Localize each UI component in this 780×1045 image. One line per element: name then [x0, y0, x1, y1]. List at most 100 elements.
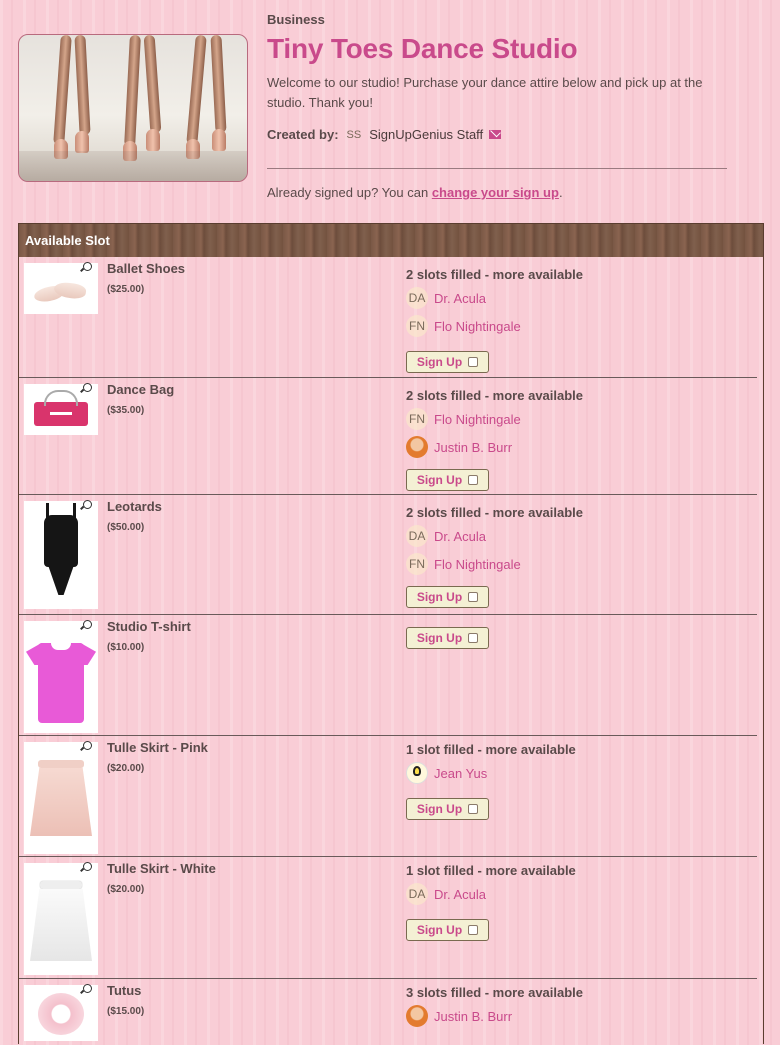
signup-button[interactable]: Sign Up: [406, 586, 489, 608]
table-row: Tulle Skirt - Pink ($20.00) 1 slot fille…: [19, 736, 757, 857]
item-name: Studio T-shirt: [107, 619, 191, 634]
zoom-icon[interactable]: [83, 741, 92, 750]
signup-button-label: Sign Up: [416, 631, 463, 645]
participant: DA Dr. Acula: [406, 287, 486, 309]
item-thumbnail[interactable]: [24, 863, 98, 975]
creator-line: Created by: SS SignUpGenius Staff: [267, 127, 737, 142]
participant-initials: FN: [406, 553, 428, 575]
table-row: Ballet Shoes ($25.00) 2 slots filled - m…: [19, 257, 757, 378]
item-name: Ballet Shoes: [107, 261, 186, 276]
email-icon[interactable]: [489, 130, 502, 139]
participant: FN Flo Nightingale: [406, 315, 521, 337]
slot-status: 2 slots filled - more available: [406, 505, 584, 520]
signup-button[interactable]: Sign Up: [406, 469, 489, 491]
participant-name: Flo Nightingale: [434, 411, 521, 427]
table-row: Studio T-shirt ($10.00) Sign Up: [19, 615, 757, 736]
participant-initials: DA: [406, 883, 428, 905]
studio-header-image: [18, 34, 248, 182]
participant: FN Flo Nightingale: [406, 553, 521, 575]
creator-initials: SS: [346, 128, 362, 141]
change-signup-link[interactable]: change your sign up: [432, 185, 559, 200]
signup-button[interactable]: Sign Up: [406, 919, 489, 941]
participant-name: Justin B. Burr: [434, 1008, 513, 1024]
item-price: ($35.00): [107, 405, 145, 416]
checkbox-icon[interactable]: [468, 592, 479, 602]
signup-description: Welcome to our studio! Purchase your dan…: [267, 75, 703, 110]
signup-button-label: Sign Up: [416, 590, 463, 604]
slot-status: 1 slot filled - more available: [406, 863, 576, 878]
checkbox-icon[interactable]: [468, 925, 479, 935]
item-thumbnail[interactable]: [24, 985, 98, 1041]
checkbox-icon[interactable]: [468, 475, 479, 485]
item-thumbnail[interactable]: [24, 742, 98, 854]
signup-button-label: Sign Up: [416, 355, 463, 369]
zoom-icon[interactable]: [83, 262, 92, 271]
table-row: Tutus ($15.00) 3 slots filled - more ava…: [19, 979, 757, 1045]
zoom-icon[interactable]: [83, 620, 92, 629]
header-divider: [267, 168, 727, 169]
item-name: Tutus: [107, 983, 142, 998]
item-thumbnail[interactable]: [24, 501, 98, 609]
slot-status: 3 slots filled - more available: [406, 985, 584, 1000]
participant-name: Justin B. Burr: [434, 439, 513, 455]
participant: DA Dr. Acula: [406, 883, 486, 905]
checkbox-icon[interactable]: [468, 633, 479, 643]
signup-button[interactable]: Sign Up: [406, 798, 489, 820]
item-price: ($25.00): [107, 284, 145, 295]
participant-initials: FN: [406, 315, 428, 337]
item-price: ($20.00): [107, 763, 145, 774]
page-title: Tiny Toes Dance Studio: [267, 33, 578, 64]
lightbulb-avatar-icon: [406, 762, 428, 784]
zoom-icon[interactable]: [83, 984, 92, 993]
slot-status: 1 slot filled - more available: [406, 742, 576, 757]
item-price: ($15.00): [107, 1006, 145, 1017]
signup-info: Business Tiny Toes Dance Studio Welcome …: [267, 12, 737, 142]
created-by-label: Created by:: [267, 127, 339, 142]
already-text: Already signed up? You can: [267, 185, 429, 200]
participant-name: Dr. Acula: [434, 290, 487, 306]
signup-category: Business: [267, 12, 325, 27]
checkbox-icon[interactable]: [468, 357, 479, 367]
participant-name: Dr. Acula: [434, 886, 487, 902]
already-end: .: [558, 185, 563, 200]
participant-name: Flo Nightingale: [434, 556, 521, 572]
justin-avatar-icon: [406, 436, 428, 458]
item-name: Leotards: [107, 499, 162, 514]
slot-table: Available Slot Ballet Shoes ($25.00) 2 s…: [18, 223, 764, 1044]
item-price: ($10.00): [107, 642, 145, 653]
slot-status: 2 slots filled - more available: [406, 388, 584, 403]
already-signed-up-line: Already signed up? You can change your s…: [267, 185, 563, 200]
signup-button-label: Sign Up: [416, 473, 463, 487]
signup-button[interactable]: Sign Up: [406, 351, 489, 373]
zoom-icon[interactable]: [83, 500, 92, 509]
item-name: Tulle Skirt - Pink: [107, 740, 208, 755]
item-thumbnail[interactable]: [24, 621, 98, 733]
table-row: Tulle Skirt - White ($20.00) 1 slot fill…: [19, 857, 757, 979]
item-price: ($20.00): [107, 884, 145, 895]
table-row: Leotards ($50.00) 2 slots filled - more …: [19, 495, 757, 615]
participant: Justin B. Burr: [406, 1005, 512, 1027]
participant-name: Jean Yus: [434, 765, 488, 781]
slot-status: 2 slots filled - more available: [406, 267, 584, 282]
creator-name: SignUpGenius Staff: [369, 127, 484, 142]
item-name: Tulle Skirt - White: [107, 861, 216, 876]
participant: DA Dr. Acula: [406, 525, 486, 547]
participant: Jean Yus: [406, 762, 487, 784]
signup-button-label: Sign Up: [416, 923, 463, 937]
zoom-icon[interactable]: [83, 383, 92, 392]
participant-initials: DA: [406, 525, 428, 547]
participant-name: Dr. Acula: [434, 528, 487, 544]
table-row: Dance Bag ($35.00) 2 slots filled - more…: [19, 378, 757, 495]
participant-initials: FN: [406, 408, 428, 430]
signup-button[interactable]: Sign Up: [406, 627, 489, 649]
participant-name: Flo Nightingale: [434, 318, 521, 334]
table-header: Available Slot: [19, 224, 763, 257]
justin-avatar-icon: [406, 1005, 428, 1027]
participant: FN Flo Nightingale: [406, 408, 521, 430]
zoom-icon[interactable]: [83, 862, 92, 871]
item-price: ($50.00): [107, 522, 145, 533]
signup-button-label: Sign Up: [416, 802, 463, 816]
checkbox-icon[interactable]: [468, 804, 479, 814]
item-name: Dance Bag: [107, 382, 175, 397]
participant-initials: DA: [406, 287, 428, 309]
